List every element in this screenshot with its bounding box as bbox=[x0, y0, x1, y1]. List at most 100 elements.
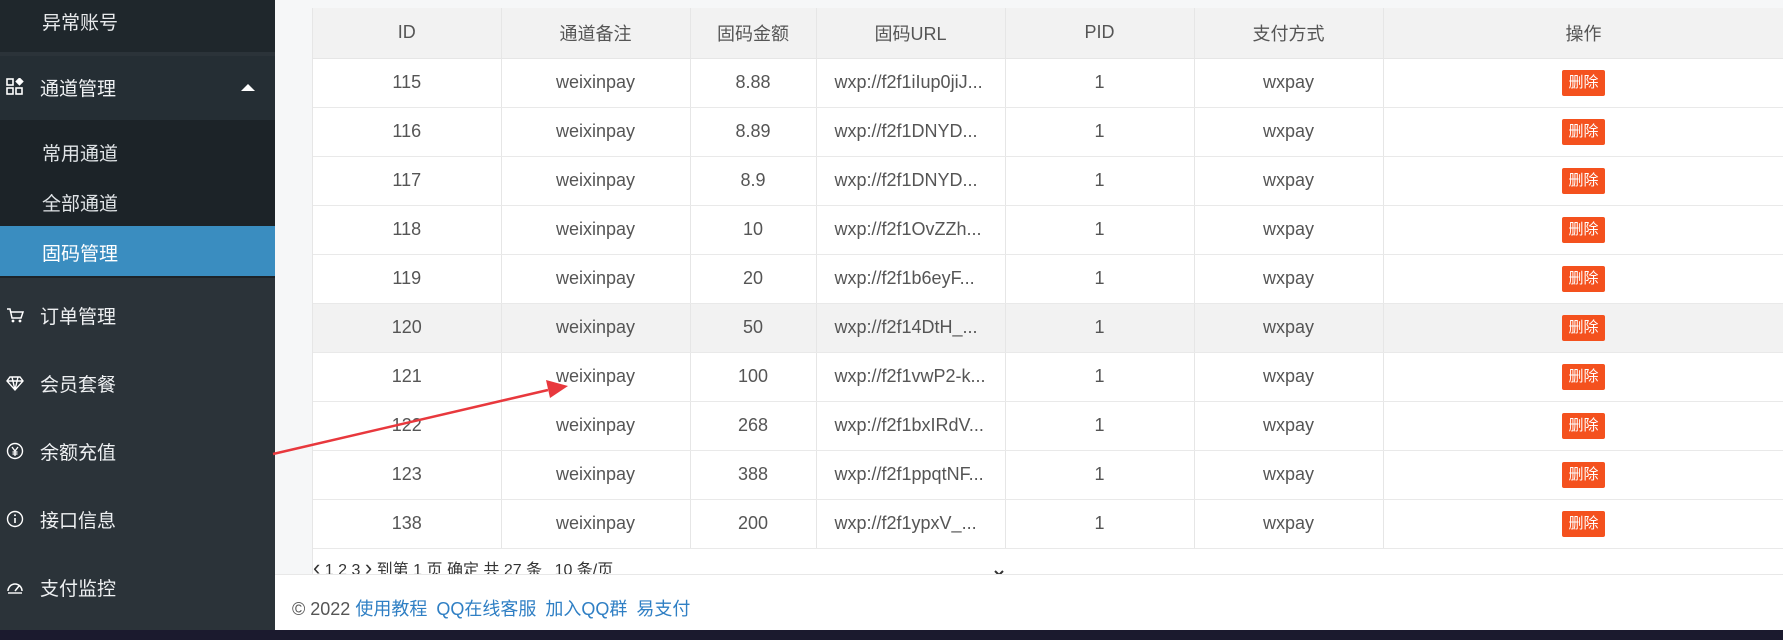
delete-button[interactable]: 删除 bbox=[1562, 461, 1605, 488]
sidebar-item-api-info[interactable]: 接口信息 bbox=[0, 490, 275, 550]
cell-method: wxpay bbox=[1194, 107, 1384, 157]
delete-button[interactable]: 删除 bbox=[1562, 363, 1605, 390]
cell-note: weixinpay bbox=[501, 107, 691, 157]
column-header-id[interactable]: ID bbox=[313, 8, 502, 59]
column-header-url[interactable]: 固码URL bbox=[816, 8, 1006, 59]
cell-amount: 8.88 bbox=[690, 58, 817, 108]
cell-id: 121 bbox=[313, 352, 502, 402]
cell-url: wxp://f2f1b6eyF... bbox=[816, 254, 1006, 304]
column-header-amount[interactable]: 固码金额 bbox=[690, 8, 817, 59]
caret-up-icon bbox=[241, 84, 255, 91]
diamond-icon bbox=[6, 376, 24, 392]
cell-note: weixinpay bbox=[501, 303, 691, 353]
delete-button[interactable]: 删除 bbox=[1562, 510, 1605, 537]
delete-button[interactable]: 删除 bbox=[1562, 265, 1605, 292]
cell-actions: 删除 bbox=[1383, 254, 1783, 304]
sidebar-item-membership[interactable]: 会员套餐 bbox=[0, 354, 275, 414]
content-area: ID 通道备注 固码金额 固码URL PID 支付方式 操作 115 weixi… bbox=[275, 0, 1783, 580]
table-row: 120 weixinpay 50 wxp://f2f14DtH_... 1 wx… bbox=[313, 303, 1783, 353]
cell-amount: 268 bbox=[690, 401, 817, 451]
table-row: 116 weixinpay 8.89 wxp://f2f1DNYD... 1 w… bbox=[313, 107, 1783, 157]
column-header-method[interactable]: 支付方式 bbox=[1194, 8, 1384, 59]
delete-button[interactable]: 删除 bbox=[1562, 118, 1605, 145]
delete-button[interactable]: 删除 bbox=[1562, 314, 1605, 341]
delete-button[interactable]: 删除 bbox=[1562, 412, 1605, 439]
delete-button[interactable]: 删除 bbox=[1562, 216, 1605, 243]
footer-link-join-qq-group[interactable]: 加入QQ群 bbox=[545, 599, 627, 619]
cell-note: weixinpay bbox=[501, 401, 691, 451]
cell-method: wxpay bbox=[1194, 58, 1384, 108]
column-header-pid[interactable]: PID bbox=[1005, 8, 1195, 59]
delete-button[interactable]: 删除 bbox=[1562, 69, 1605, 96]
sidebar-item-label: 会员套餐 bbox=[40, 375, 117, 396]
cell-note: weixinpay bbox=[501, 254, 691, 304]
column-header-actions: 操作 bbox=[1383, 8, 1783, 59]
cell-url: wxp://f2f1bxIRdV... bbox=[816, 401, 1006, 451]
cell-pid: 1 bbox=[1005, 303, 1195, 353]
column-header-note[interactable]: 通道备注 bbox=[501, 8, 691, 59]
sidebar-item-label: 固码管理 bbox=[42, 244, 119, 265]
sidebar-item-orders[interactable]: 订单管理 bbox=[0, 286, 275, 346]
cell-actions: 删除 bbox=[1383, 205, 1783, 255]
table-row: 122 weixinpay 268 wxp://f2f1bxIRdV... 1 … bbox=[313, 401, 1783, 451]
cell-actions: 删除 bbox=[1383, 58, 1783, 108]
cell-method: wxpay bbox=[1194, 303, 1384, 353]
cell-actions: 删除 bbox=[1383, 499, 1783, 549]
cell-method: wxpay bbox=[1194, 499, 1384, 549]
cell-amount: 388 bbox=[690, 450, 817, 500]
cell-url: wxp://f2f14DtH_... bbox=[816, 303, 1006, 353]
cell-url: wxp://f2f1vwP2-k... bbox=[816, 352, 1006, 402]
sidebar-item-label: 支付监控 bbox=[40, 579, 117, 600]
sidebar-item-label: 常用通道 bbox=[42, 144, 119, 165]
cell-id: 138 bbox=[313, 499, 502, 549]
cell-method: wxpay bbox=[1194, 254, 1384, 304]
footer-link-qq-support[interactable]: QQ在线客服 bbox=[436, 599, 536, 619]
grid-icon bbox=[6, 78, 24, 95]
cell-url: wxp://f2f1ppqtNF... bbox=[816, 450, 1006, 500]
sidebar-item-abnormal-accounts[interactable]: 异常账号 bbox=[0, 0, 275, 52]
cell-actions: 删除 bbox=[1383, 303, 1783, 353]
cell-amount: 8.9 bbox=[690, 156, 817, 206]
yen-icon bbox=[6, 442, 24, 460]
table-row: 117 weixinpay 8.9 wxp://f2f1DNYD... 1 wx… bbox=[313, 156, 1783, 206]
cart-icon bbox=[7, 308, 24, 323]
cell-pid: 1 bbox=[1005, 352, 1195, 402]
cell-pid: 1 bbox=[1005, 450, 1195, 500]
info-icon bbox=[6, 510, 24, 528]
sidebar-item-all-channels[interactable]: 全部通道 bbox=[0, 176, 275, 226]
sidebar-item-common-channels[interactable]: 常用通道 bbox=[0, 126, 275, 176]
cell-id: 118 bbox=[313, 205, 502, 255]
sidebar-item-payment-monitor[interactable]: 支付监控 bbox=[0, 558, 275, 618]
cell-actions: 删除 bbox=[1383, 450, 1783, 500]
table-row: 118 weixinpay 10 wxp://f2f1OvZZh... 1 wx… bbox=[313, 205, 1783, 255]
cell-id: 120 bbox=[313, 303, 502, 353]
data-table: ID 通道备注 固码金额 固码URL PID 支付方式 操作 115 weixi… bbox=[313, 8, 1783, 549]
sidebar-item-recharge[interactable]: 余额充值 bbox=[0, 422, 275, 482]
sidebar-item-label: 余额充值 bbox=[40, 443, 117, 464]
footer-link-tutorial[interactable]: 使用教程 bbox=[355, 599, 427, 619]
table-header-row: ID 通道备注 固码金额 固码URL PID 支付方式 操作 bbox=[313, 8, 1783, 59]
cell-note: weixinpay bbox=[501, 205, 691, 255]
cell-amount: 50 bbox=[690, 303, 817, 353]
table-row: 119 weixinpay 20 wxp://f2f1b6eyF... 1 wx… bbox=[313, 254, 1783, 304]
cell-id: 122 bbox=[313, 401, 502, 451]
footer-link-epay[interactable]: 易支付 bbox=[636, 599, 690, 619]
footer-text: © 2022 使用教程 QQ在线客服 加入QQ群 易支付 bbox=[292, 595, 694, 621]
cell-amount: 10 bbox=[690, 205, 817, 255]
cell-note: weixinpay bbox=[501, 156, 691, 206]
cell-amount: 8.89 bbox=[690, 107, 817, 157]
sidebar-group-label: 通道管理 bbox=[40, 79, 117, 100]
sidebar-item-fixed-code-management[interactable]: 固码管理 bbox=[0, 226, 275, 276]
cell-method: wxpay bbox=[1194, 401, 1384, 451]
delete-button[interactable]: 删除 bbox=[1562, 167, 1605, 194]
cell-url: wxp://f2f1ypxV_... bbox=[816, 499, 1006, 549]
cell-id: 123 bbox=[313, 450, 502, 500]
sidebar-item-label: 接口信息 bbox=[40, 511, 117, 532]
sidebar-group-channel-management[interactable]: 通道管理 bbox=[0, 56, 275, 120]
gauge-icon bbox=[7, 583, 23, 594]
cell-url: wxp://f2f1OvZZh... bbox=[816, 205, 1006, 255]
channel-submenu: 常用通道 全部通道 固码管理 bbox=[0, 120, 275, 278]
cell-id: 115 bbox=[313, 58, 502, 108]
sidebar-item-label: 订单管理 bbox=[40, 307, 117, 328]
sidebar: 异常账号 通道管理 常用通道 全部通道 固码管理 订单管理 会员套餐 余额充值 … bbox=[0, 0, 275, 640]
